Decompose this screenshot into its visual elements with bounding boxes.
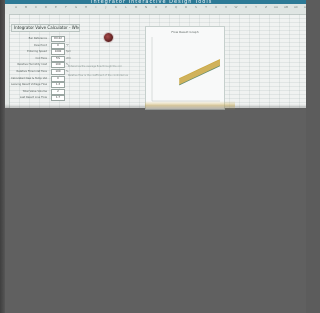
calculator-title: Integrator Valve Calculator - Wholly Que… (11, 24, 80, 32)
column-letter[interactable]: N (141, 5, 151, 9)
column-letter[interactable]: G (71, 5, 81, 9)
parameter-input[interactable]: 100 (51, 62, 65, 69)
parameter-label: Bar Reference (28, 37, 47, 40)
parameter-unit (66, 95, 74, 100)
column-letter[interactable]: X (241, 5, 251, 9)
parameter-label: Leaving Result Voltage Flow (11, 83, 47, 87)
column-letter[interactable]: H (81, 5, 91, 9)
column-letter[interactable]: E (51, 5, 61, 9)
column-letter[interactable]: R (181, 5, 191, 9)
parameter-input[interactable]: 1000 (51, 49, 65, 56)
spreadsheet-window: Integrator Interactive Design Tools ABCD… (5, 0, 306, 110)
column-letter[interactable]: F (61, 5, 71, 9)
parameter-unit (66, 36, 74, 41)
column-letter[interactable]: Z (261, 5, 271, 9)
parameter-input[interactable]: 1.7 (51, 95, 65, 102)
parameter-unit: fpm (66, 50, 72, 54)
parameter-input[interactable]: D0.02 (51, 36, 65, 42)
column-letter[interactable]: AA (271, 5, 281, 9)
parameter-input[interactable]: 1.3 (51, 82, 65, 89)
column-letter[interactable]: Q (171, 5, 181, 9)
column-letter[interactable]: P (161, 5, 171, 9)
note-text: Relative flow is the coefficient of the … (68, 74, 128, 77)
parameter-row: Bar Reference D0.02 (11, 36, 81, 42)
parameter-label: Dew Point (34, 43, 47, 47)
parameter-label: Relative Humidity Inlet (17, 63, 47, 67)
parameter-row: Total Valve Volume 2 (11, 88, 81, 95)
flow-chart: Flow Result Graph (145, 26, 225, 110)
column-letter[interactable]: U (211, 5, 221, 9)
column-letter[interactable]: AB (281, 5, 291, 9)
column-letter[interactable]: K (111, 5, 121, 9)
projected-screen: Integrator Interactive Design Tools ABCD… (5, 0, 306, 313)
parameter-label: Relative Flow Inlet Face (16, 70, 47, 73)
column-letter[interactable]: T (201, 5, 211, 9)
parameter-input[interactable]: 2 (51, 88, 65, 95)
parameter-unit: cfm (66, 56, 71, 60)
parameter-row: Entering Speed 1000 fpm (11, 49, 81, 56)
parameter-input[interactable]: 0 (51, 75, 65, 82)
column-letter[interactable]: AD (301, 5, 306, 9)
parameter-unit: °F (66, 43, 69, 47)
parameter-label: Entering Speed (27, 50, 47, 54)
chart-plot (151, 37, 221, 102)
column-letter[interactable]: O (151, 5, 161, 9)
parameter-input[interactable]: 0 (51, 42, 65, 49)
chart-area-band (179, 59, 220, 85)
column-letter[interactable]: C (31, 5, 41, 9)
column-letter[interactable]: B (21, 5, 31, 9)
parameter-row: Leaving Result Voltage Flow 1.3 (11, 82, 81, 89)
parameter-row: Coil Face 5% cfm (11, 55, 81, 62)
column-letter[interactable]: Y (251, 5, 261, 9)
parameter-input[interactable]: 100 (51, 69, 65, 75)
column-letter[interactable]: L (121, 5, 131, 9)
parameter-unit (66, 89, 74, 94)
column-letter[interactable]: S (191, 5, 201, 9)
column-letter[interactable]: W (231, 5, 241, 9)
column-letter[interactable]: M (131, 5, 141, 9)
parameter-label: Total Valve Volume (22, 89, 47, 93)
screen-bezel (0, 0, 5, 313)
column-letter[interactable]: AC (291, 5, 301, 9)
parameter-unit (66, 82, 74, 87)
column-letter[interactable]: A (11, 5, 21, 9)
parameter-label: Coil Face (35, 56, 47, 60)
dark-region (5, 104, 306, 116)
column-letter[interactable]: D (41, 5, 51, 9)
company-logo-icon (103, 32, 114, 43)
column-letter[interactable]: I (91, 5, 101, 9)
parameter-label: Last Result Line Flow (19, 96, 47, 100)
parameter-input[interactable]: 5% (51, 55, 65, 62)
note-text: Entered as the average flow through the … (68, 65, 122, 68)
parameter-label: Calculated Dew & Temp Value (11, 76, 47, 80)
column-letter[interactable]: V (221, 5, 231, 9)
column-letter[interactable]: J (101, 5, 111, 9)
parameter-row: Last Result Line Flow 1.7 (11, 95, 81, 102)
parameter-row: Dew Point 0 °F (11, 42, 81, 49)
